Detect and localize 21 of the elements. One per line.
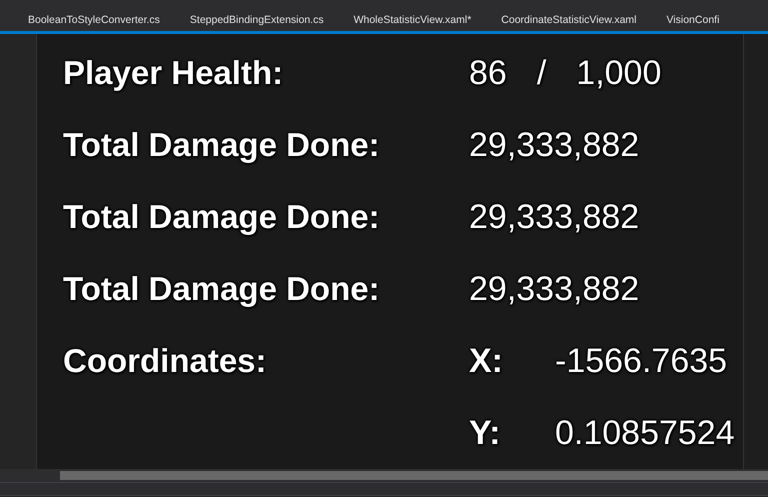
file-tab[interactable]: WholeStatisticView.xaml* <box>354 14 472 31</box>
stat-value: 29,333,882 <box>469 270 640 308</box>
stat-label: Coordinates: <box>63 342 268 380</box>
horizontal-scrollbar[interactable] <box>60 471 768 480</box>
file-tab[interactable]: VisionConfi <box>666 14 720 31</box>
axis-label: X: <box>469 342 504 380</box>
separator-text: / <box>536 54 546 92</box>
stat-label: Player Health: <box>63 54 284 92</box>
stat-label: Total Damage Done: <box>63 126 381 164</box>
stat-value: 29,333,882 <box>469 198 640 236</box>
max-value: 1,000 <box>576 54 662 92</box>
file-tab[interactable]: SteppedBindingExtension.cs <box>190 14 324 31</box>
file-tab[interactable]: BooleanToStyleConverter.cs <box>28 14 160 31</box>
stat-label: Total Damage Done: <box>63 270 381 308</box>
coordinate-value: 0.10857524 <box>555 414 735 452</box>
stat-label: Total Damage Done: <box>63 198 381 236</box>
stat-value: 29,333,882 <box>469 126 640 164</box>
current-value: 86 <box>469 54 507 92</box>
axis-label: Y: <box>469 414 502 452</box>
file-tab[interactable]: CoordinateStatisticView.xaml <box>501 14 636 31</box>
coordinate-value: -1566.7635 <box>555 342 728 380</box>
